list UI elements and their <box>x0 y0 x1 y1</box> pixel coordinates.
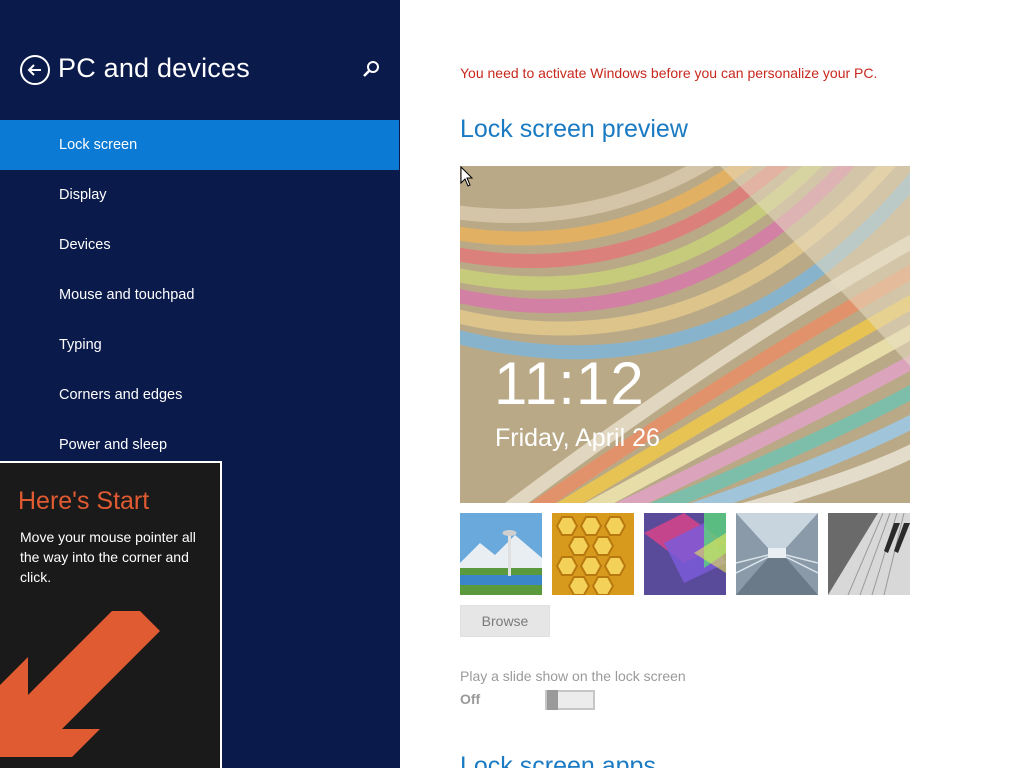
sidebar-item-corners-and-edges[interactable]: Corners and edges <box>0 370 399 420</box>
sidebar-item-label: Mouse and touchpad <box>59 287 195 303</box>
browse-button[interactable]: Browse <box>460 605 550 637</box>
start-tip-panel: Here's Start Move your mouse pointer all… <box>0 461 222 768</box>
sidebar-item-mouse-and-touchpad[interactable]: Mouse and touchpad <box>0 270 399 320</box>
piano-thumbnail[interactable] <box>828 513 910 595</box>
sidebar-item-label: Power and sleep <box>59 437 168 453</box>
sidebar-item-label: Display <box>59 187 107 203</box>
sidebar-item-typing[interactable]: Typing <box>0 320 399 370</box>
lock-screen-apps-title: Lock screen apps <box>460 752 656 768</box>
tunnel-thumbnail[interactable] <box>736 513 818 595</box>
activation-message: You need to activate Windows before you … <box>460 65 878 81</box>
honeycomb-thumbnail[interactable] <box>552 513 634 595</box>
sidebar-item-label: Devices <box>59 237 111 253</box>
background-thumbnails <box>460 513 910 595</box>
sidebar-item-lock-screen[interactable]: Lock screen <box>0 120 399 170</box>
preview-title: Lock screen preview <box>460 115 688 143</box>
page-title: PC and devices <box>58 53 250 83</box>
sidebar-nav: Lock screen Display Devices Mouse and to… <box>0 120 399 470</box>
lock-screen-time: 11:12 <box>494 350 645 417</box>
slideshow-label: Play a slide show on the lock screen <box>460 668 686 684</box>
lock-screen-preview: 11:12 Friday, April 26 <box>460 166 910 503</box>
landscape-thumbnail[interactable] <box>460 513 542 595</box>
sidebar-item-devices[interactable]: Devices <box>0 220 399 270</box>
start-tip-title: Here's Start <box>18 487 150 515</box>
main-content: You need to activate Windows before you … <box>400 0 1024 768</box>
search-icon[interactable] <box>360 58 382 80</box>
sidebar-item-display[interactable]: Display <box>0 170 399 220</box>
down-left-arrow-icon <box>0 611 160 757</box>
geometric-thumbnail[interactable] <box>644 513 726 595</box>
sidebar-item-label: Corners and edges <box>59 387 183 403</box>
start-tip-text: Move your mouse pointer all the way into… <box>20 529 196 585</box>
sidebar-item-label: Typing <box>59 337 102 353</box>
mouse-cursor-icon <box>460 166 474 187</box>
slideshow-toggle[interactable] <box>545 690 595 710</box>
slideshow-state: Off <box>460 691 481 707</box>
toggle-knob[interactable] <box>547 690 558 710</box>
back-arrow-icon[interactable] <box>20 55 50 85</box>
sidebar-item-label: Lock screen <box>59 137 138 153</box>
lock-screen-date: Friday, April 26 <box>495 424 660 452</box>
